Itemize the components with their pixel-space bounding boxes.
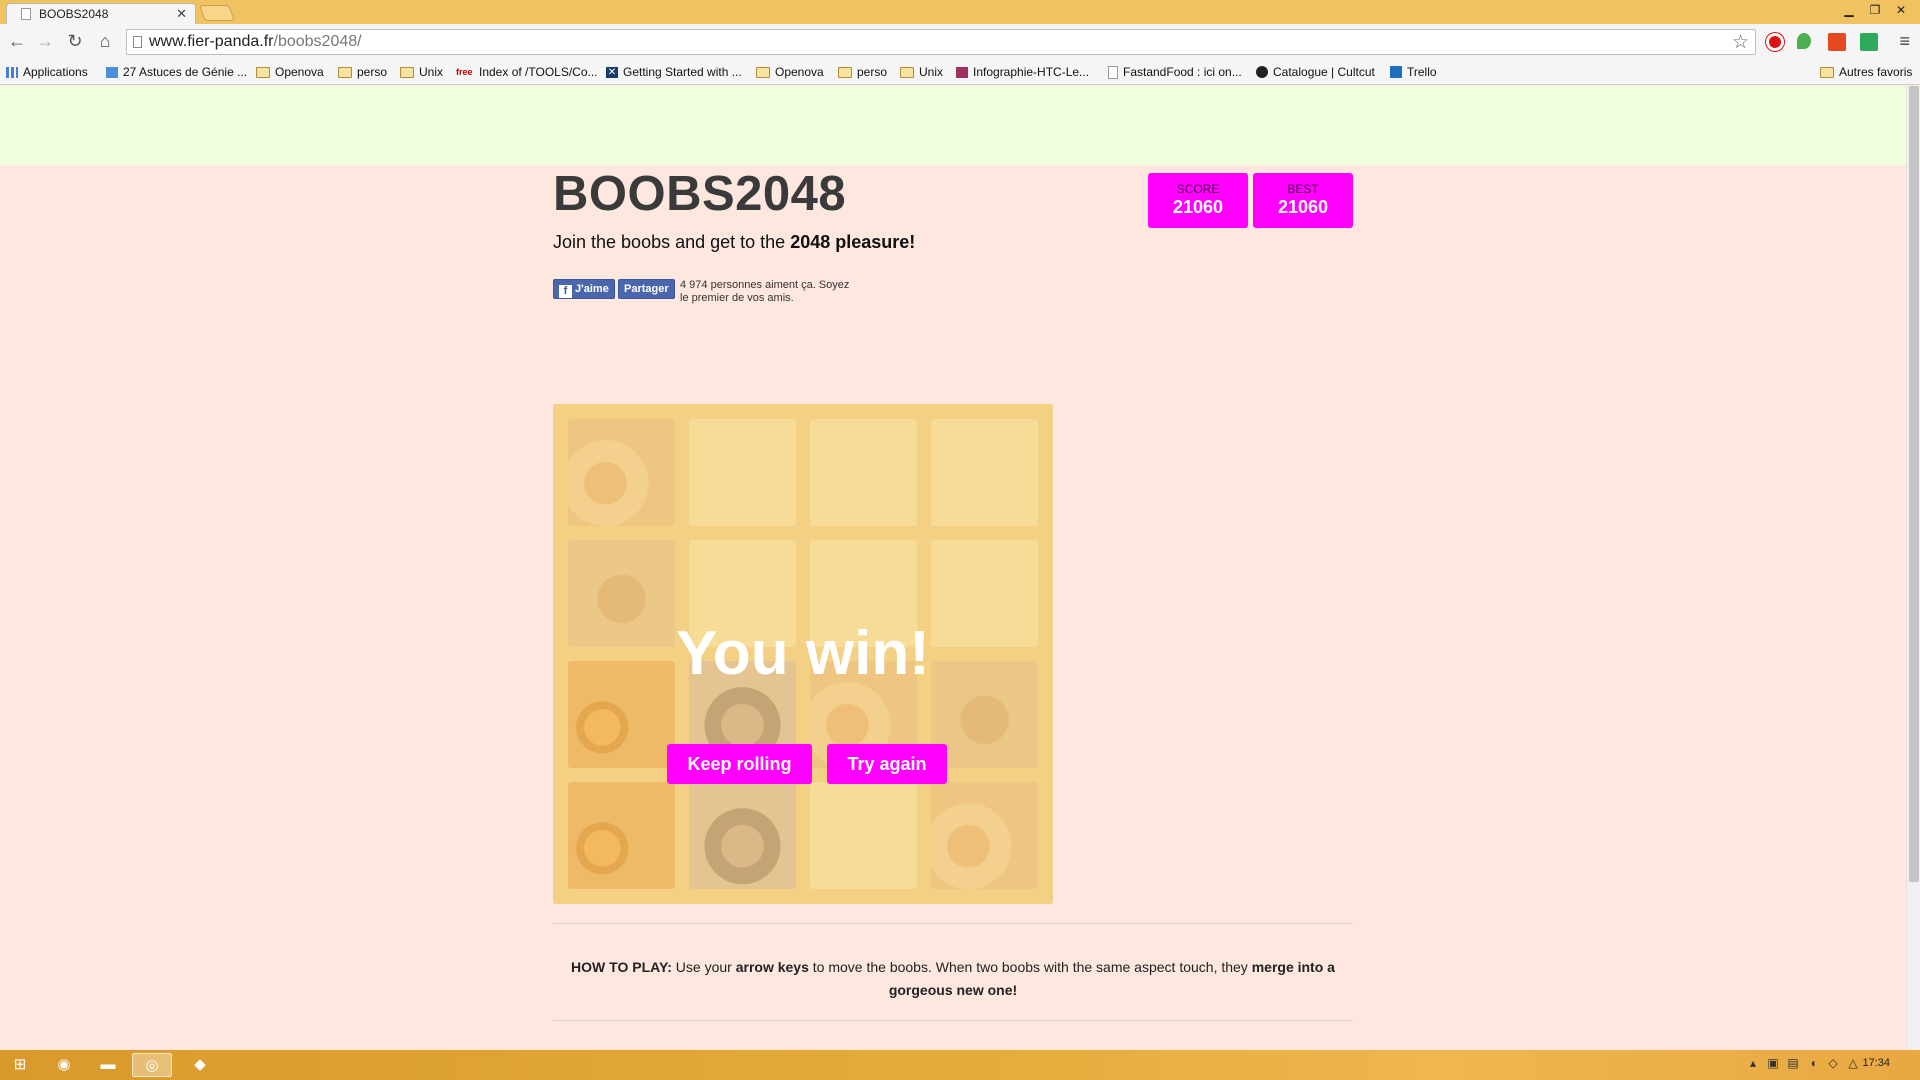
folder-icon: [756, 66, 770, 78]
divider: [553, 923, 1353, 924]
bookmarks-bar: Applications 27 Astuces de Génie ... Ope…: [0, 60, 1920, 85]
bookmark-item[interactable]: Trello: [1390, 65, 1437, 79]
forward-arrow-icon[interactable]: →: [34, 31, 56, 53]
x-site-icon: ✕: [606, 66, 618, 78]
win-message: You win!: [676, 619, 930, 688]
back-arrow-icon[interactable]: ←: [6, 31, 28, 53]
url-host: www.fier-panda.fr: [149, 33, 274, 50]
free-icon: free: [456, 66, 473, 77]
extension-icon[interactable]: [1860, 33, 1878, 51]
browser-app-icon[interactable]: ◉: [44, 1053, 84, 1077]
bookmark-item[interactable]: free Index of /TOOLS/Co...: [456, 65, 598, 79]
best-value: 21060: [1277, 197, 1329, 217]
bookmark-folder[interactable]: perso: [338, 65, 387, 79]
game-title: BOOBS2048: [553, 167, 847, 221]
game-intro: Join the boobs and get to the 2048 pleas…: [553, 232, 916, 252]
folder-icon: [838, 66, 852, 78]
close-tab-icon[interactable]: ✕: [176, 6, 187, 22]
facebook-share-button[interactable]: Partager: [618, 279, 675, 299]
bookmark-item[interactable]: FastandFood : ici on...: [1108, 65, 1242, 79]
restore-icon[interactable]: ❐: [1862, 1, 1888, 21]
browser-tab[interactable]: BOOBS2048 ✕: [6, 3, 196, 24]
close-window-icon[interactable]: ✕: [1888, 1, 1914, 21]
keep-rolling-button[interactable]: Keep rolling: [667, 744, 812, 784]
bookmark-star-icon[interactable]: ☆: [1732, 31, 1749, 54]
home-icon[interactable]: ⌂: [94, 31, 116, 53]
divider: [553, 1020, 1353, 1021]
bookmark-item[interactable]: Catalogue | Cultcut: [1256, 65, 1375, 79]
start-icon[interactable]: ⊞: [0, 1053, 40, 1077]
site-icon: [956, 66, 968, 78]
evernote-extension-icon[interactable]: [1797, 33, 1811, 49]
dropbox-icon[interactable]: ◇: [1826, 1056, 1840, 1070]
browser-titlebar: BOOBS2048 ✕ ▁ ❐ ✕: [0, 0, 1920, 24]
reload-icon[interactable]: ↻: [64, 31, 86, 53]
bookmark-folder[interactable]: Openova: [256, 65, 324, 79]
tab-title: BOOBS2048: [39, 7, 109, 21]
opera-extension-icon[interactable]: [1766, 33, 1784, 51]
page-icon: [1108, 65, 1118, 79]
clock: 17:34: [1862, 1057, 1890, 1069]
cultcut-icon: [1256, 66, 1268, 78]
bookmark-item[interactable]: 27 Astuces de Génie ...: [106, 65, 247, 79]
drive-icon[interactable]: △: [1846, 1056, 1860, 1070]
bookmark-item[interactable]: ✕ Getting Started with ...: [606, 65, 742, 79]
extension-icon[interactable]: [1828, 33, 1846, 51]
network-icon[interactable]: ▤: [1786, 1056, 1800, 1070]
bookmark-folder[interactable]: perso: [838, 65, 887, 79]
file-explorer-icon[interactable]: ▬: [88, 1053, 128, 1077]
page-scrollbar[interactable]: [1906, 86, 1920, 1050]
facebook-icon: f: [559, 285, 572, 298]
folder-icon: [900, 66, 914, 78]
folder-icon: [338, 66, 352, 78]
scrollbar-thumb[interactable]: [1909, 86, 1919, 882]
bookmark-item[interactable]: Infographie-HTC-Le...: [956, 65, 1089, 79]
address-bar[interactable]: www.fier-panda.fr/boobs2048/ ☆: [126, 29, 1756, 55]
score-label: SCORE: [1176, 182, 1220, 196]
menu-icon[interactable]: ≡: [1899, 31, 1910, 52]
folder-icon: [1820, 66, 1834, 78]
best-label: BEST: [1287, 182, 1319, 196]
bookmark-item[interactable]: Applications: [6, 65, 88, 79]
score-box: SCORE 21060: [1148, 173, 1248, 228]
page-icon: [133, 36, 142, 48]
browser-toolbar: ← → ↻ ⌂ www.fier-panda.fr/boobs2048/ ☆ ≡: [0, 24, 1920, 60]
bookmark-folder[interactable]: Openova: [756, 65, 824, 79]
volume-icon[interactable]: ◖: [1806, 1056, 1820, 1070]
page-icon: [21, 8, 31, 20]
url-path: /boobs2048/: [273, 33, 362, 50]
apps-grid-icon: [6, 66, 18, 78]
folder-icon: [400, 66, 414, 78]
score-value: 21060: [1172, 197, 1224, 217]
bookmark-site-icon: [106, 66, 118, 78]
minimize-icon[interactable]: ▁: [1836, 1, 1862, 21]
chrome-icon[interactable]: ◎: [132, 1053, 172, 1077]
best-box: BEST 21060: [1253, 173, 1353, 228]
how-to-play: HOW TO PLAY: Use your arrow keys to move…: [571, 959, 1335, 998]
bookmark-folder[interactable]: Unix: [900, 65, 943, 79]
tray-app-icon[interactable]: ▣: [1766, 1056, 1780, 1070]
window-controls: ▁ ❐ ✕: [1836, 1, 1914, 21]
ad-banner-area: [0, 86, 1906, 165]
new-tab-button[interactable]: [199, 5, 235, 21]
tray-arrow-icon[interactable]: ▴: [1746, 1056, 1760, 1070]
bookmark-folder[interactable]: Autres favoris: [1820, 65, 1912, 79]
try-again-button[interactable]: Try again: [827, 744, 947, 784]
bookmark-folder[interactable]: Unix: [400, 65, 443, 79]
system-tray: ▴ ▣ ▤ ◖ ◇ △: [1746, 1056, 1860, 1070]
trello-icon: [1390, 66, 1402, 78]
folder-icon: [256, 66, 270, 78]
facebook-like-button[interactable]: f J'aime: [553, 279, 615, 299]
windows-taskbar: ⊞ ◉ ▬ ◎ ◆ ▴ ▣ ▤ ◖ ◇ △ 17:34: [0, 1050, 1920, 1080]
virtualbox-icon[interactable]: ◆: [180, 1053, 220, 1077]
facebook-like-count: 4 974 personnes aiment ça. Soyez le prem…: [680, 279, 850, 304]
